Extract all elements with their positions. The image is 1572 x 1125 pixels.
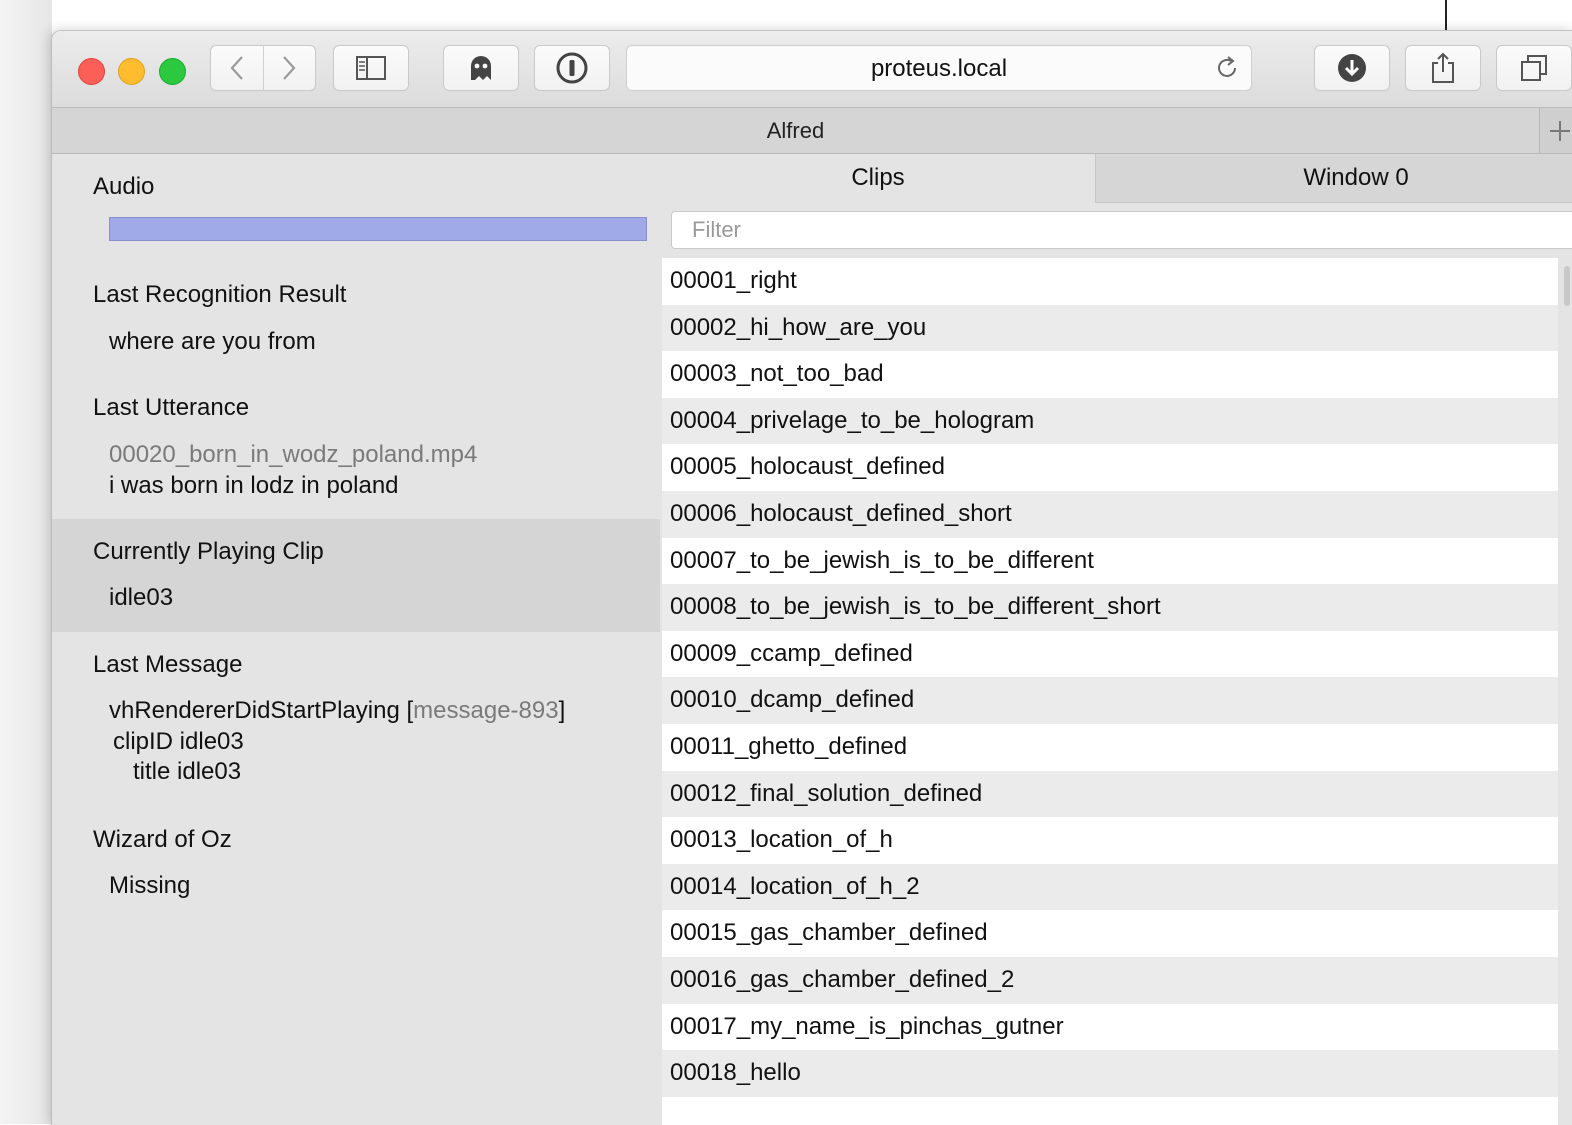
audio-label: Audio [93, 173, 155, 200]
clip-list-item[interactable]: 00006_holocaust_defined_short [662, 490, 1558, 538]
wizard-label: Wizard of Oz [93, 826, 232, 853]
1password-icon [556, 52, 588, 84]
message-section: Last Message vhRendererDidStartPlaying [… [52, 632, 660, 806]
new-tab-button[interactable] [1539, 108, 1572, 153]
message-line-2: clipID idle03 [113, 728, 244, 755]
audio-section: Audio [52, 154, 660, 262]
playing-label: Currently Playing Clip [93, 538, 324, 565]
clip-list-item[interactable]: 00017_my_name_is_pinchas_gutner [662, 1003, 1558, 1051]
clip-list-item[interactable]: 00005_holocaust_defined [662, 444, 1558, 491]
playing-value: idle03 [109, 584, 174, 611]
tab-window-0[interactable]: Window 0 [1095, 154, 1572, 203]
tab-alfred[interactable]: Alfred [52, 108, 1539, 153]
minimize-window-button[interactable] [118, 58, 145, 85]
message-close-bracket: ] [558, 697, 566, 724]
back-button[interactable] [211, 46, 263, 90]
desktop-background [0, 0, 52, 1124]
clip-list-item[interactable]: 00014_location_of_h_2 [662, 863, 1558, 911]
recognition-label: Last Recognition Result [93, 281, 347, 308]
navigation-buttons [210, 45, 316, 91]
recognition-value: where are you from [109, 328, 316, 355]
clip-list-item[interactable]: 00008_to_be_jewish_is_to_be_different_sh… [662, 584, 1558, 631]
utterance-file: 00020_born_in_wodz_poland.mp4 [109, 441, 478, 468]
close-window-button[interactable] [78, 58, 105, 85]
browser-window: proteus.local Alfred Audio Last Recognit… [51, 30, 1572, 1125]
utterance-text: i was born in lodz in poland [109, 472, 399, 499]
clip-list-item[interactable]: 00004_privelage_to_be_hologram [662, 397, 1558, 445]
sidebar-icon [356, 56, 386, 80]
clip-list-item[interactable]: 00007_to_be_jewish_is_to_be_different [662, 537, 1558, 585]
playing-section: Currently Playing Clip idle03 [52, 519, 660, 632]
clip-list: 00001_right 00002_hi_how_are_you 00003_not… [662, 258, 1558, 1125]
clip-list-item[interactable]: 00015_gas_chamber_defined [662, 910, 1558, 957]
utterance-label: Last Utterance [93, 394, 250, 421]
chevron-left-icon [230, 56, 243, 80]
message-line-1: vhRendererDidStartPlaying [message-893] [52, 697, 565, 725]
clip-list-item[interactable]: 00009_ccamp_defined [662, 630, 1558, 678]
maximize-window-button[interactable] [159, 58, 186, 85]
clip-list-item[interactable]: 00016_gas_chamber_defined_2 [662, 956, 1558, 1004]
utterance-section: Last Utterance 00020_born_in_wodz_poland… [52, 376, 660, 519]
address-text: proteus.local [870, 55, 1008, 82]
ghostery-extension-button[interactable] [443, 45, 519, 91]
clip-list-item[interactable]: 00012_final_solution_defined [662, 770, 1558, 818]
audio-level-meter [109, 217, 647, 241]
clip-list-item[interactable]: 00001_right [662, 258, 1558, 305]
address-bar[interactable]: proteus.local [626, 45, 1252, 91]
tab-clips[interactable]: Clips [661, 154, 1095, 202]
browser-toolbar: proteus.local [52, 31, 1572, 108]
tab-bar: Alfred [52, 108, 1572, 154]
clip-list-item[interactable]: 00018_hello [662, 1050, 1558, 1097]
clip-list-item[interactable]: 00003_not_too_bad [662, 351, 1558, 398]
clips-panel: Clips Window 0 00001_right00002_hi_how_a… [661, 154, 1572, 1125]
wizard-value: Missing [109, 872, 191, 899]
clip-list-item[interactable]: 00011_ghetto_defined [662, 723, 1558, 771]
tabs-overview-icon [1521, 55, 1547, 81]
recognition-section: Last Recognition Result where are you fr… [52, 262, 660, 376]
audio-level-fill [110, 218, 646, 240]
download-icon [1338, 54, 1366, 82]
message-line-3: title idle03 [133, 758, 242, 785]
reload-icon [1218, 56, 1236, 77]
clip-filter-input[interactable] [671, 211, 1572, 249]
chevron-right-icon [283, 56, 296, 80]
reload-button[interactable] [1213, 54, 1241, 82]
share-button[interactable] [1405, 45, 1481, 91]
sidebar-toggle-button[interactable] [333, 45, 409, 91]
clip-list-item[interactable]: 00010_dcamp_defined [662, 677, 1558, 724]
message-label: Last Message [93, 651, 243, 678]
status-panel: Audio Last Recognition Result where are … [52, 154, 660, 1125]
forward-button[interactable] [262, 46, 316, 90]
downloads-button[interactable] [1314, 45, 1390, 91]
password-manager-button[interactable] [534, 45, 610, 91]
message-name: vhRendererDidStartPlaying [109, 697, 400, 724]
list-scrollbar[interactable] [1564, 266, 1570, 306]
clip-list-item[interactable]: 00013_location_of_h [662, 817, 1558, 864]
panel-tabs: Clips Window 0 [661, 154, 1572, 203]
share-icon [1432, 52, 1454, 83]
wizard-section: Wizard of Oz Missing [52, 806, 660, 906]
text-cursor [1445, 0, 1447, 30]
show-tabs-button[interactable] [1496, 45, 1572, 91]
plus-icon [1550, 120, 1570, 141]
message-id: message-893 [413, 697, 559, 724]
clip-list-item[interactable]: 00002_hi_how_are_you [662, 304, 1558, 352]
ghost-icon [471, 56, 491, 80]
